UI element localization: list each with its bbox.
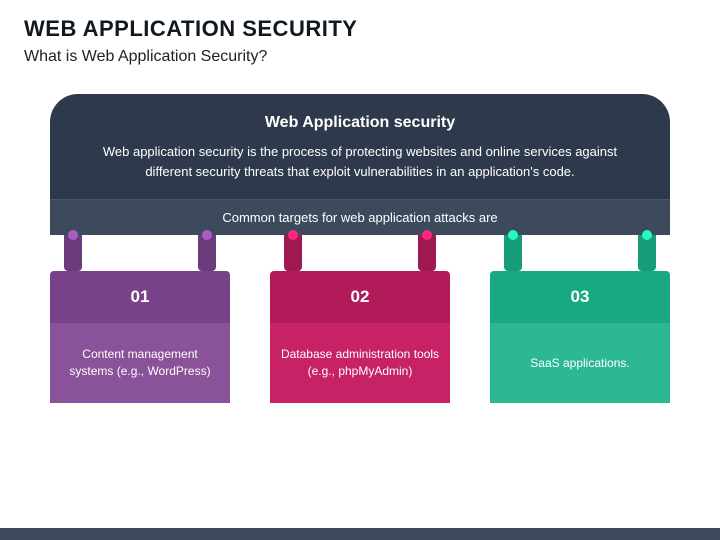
card-text: Database administration tools (e.g., php… xyxy=(270,323,450,403)
panel-title: Web Application security xyxy=(90,114,630,132)
card-03: 03 SaaS applications. xyxy=(490,271,670,403)
page-subtitle: What is Web Application Security? xyxy=(24,48,696,66)
page-title: WEB APPLICATION SECURITY xyxy=(24,16,696,42)
card-text: SaaS applications. xyxy=(490,323,670,403)
subbar-text: Common targets for web application attac… xyxy=(222,210,497,225)
card-tabs xyxy=(270,235,450,271)
card-01: 01 Content management systems (e.g., Wor… xyxy=(50,271,230,403)
card-number: 03 xyxy=(490,271,670,323)
main-panel: Web Application security Web application… xyxy=(50,94,670,199)
tab-connector-icon xyxy=(418,235,436,271)
header: WEB APPLICATION SECURITY What is Web App… xyxy=(0,0,720,74)
card-tabs xyxy=(50,235,230,271)
card-02: 02 Database administration tools (e.g., … xyxy=(270,271,450,403)
tab-connector-icon xyxy=(198,235,216,271)
card-number: 02 xyxy=(270,271,450,323)
tab-connector-icon xyxy=(638,235,656,271)
cards-row: 01 Content management systems (e.g., Wor… xyxy=(50,235,670,403)
panel-description: Web application security is the process … xyxy=(90,142,630,181)
card-number: 01 xyxy=(50,271,230,323)
tab-connector-icon xyxy=(284,235,302,271)
card-text: Content management systems (e.g., WordPr… xyxy=(50,323,230,403)
tab-connector-icon xyxy=(64,235,82,271)
tab-connector-icon xyxy=(504,235,522,271)
footer-bar xyxy=(0,528,720,540)
card-tabs xyxy=(490,235,670,271)
subbar: Common targets for web application attac… xyxy=(50,199,670,235)
